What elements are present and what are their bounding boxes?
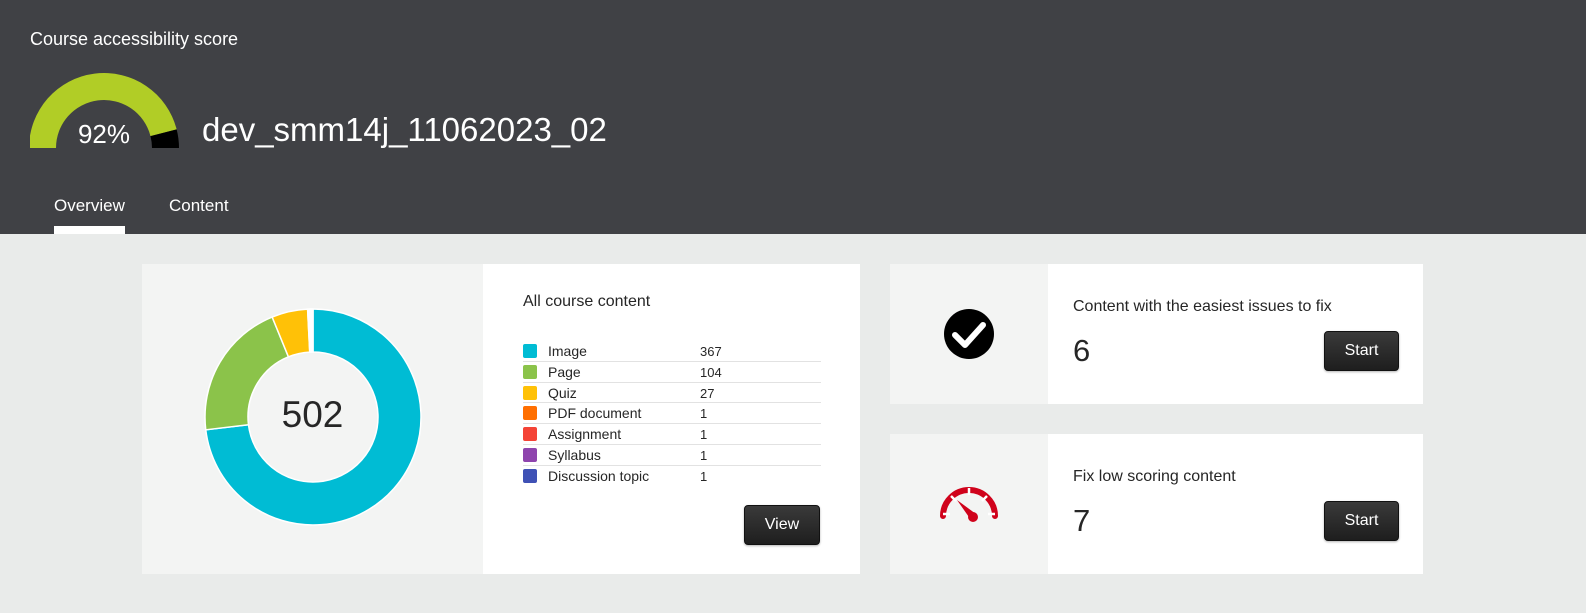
low-scoring-title: Fix low scoring content (1073, 468, 1236, 485)
legend-count: 104 (700, 364, 722, 380)
course-name: dev_smm14j_11062023_02 (202, 111, 607, 148)
low-scoring-count: 7 (1073, 503, 1091, 538)
legend-label: Image (548, 343, 587, 359)
icon-area (890, 264, 1048, 404)
score-gauge: 92% (30, 73, 180, 153)
legend-item: Image 367 (523, 341, 821, 362)
legend-label: Assignment (548, 426, 622, 443)
legend-label: PDF document (548, 405, 642, 422)
legend-label: Discussion topic (548, 467, 650, 484)
legend-label: Page (548, 363, 581, 380)
legend-count: 1 (700, 447, 708, 463)
legend-swatch (523, 447, 537, 462)
easiest-issues-card: Content with the easiest issues to fix 6… (890, 264, 1423, 404)
legend-label: Syllabus (548, 446, 601, 463)
legend-item: Syllabus 1 (523, 445, 821, 466)
speedometer-icon (940, 487, 998, 522)
legend-item: Assignment 1 (523, 424, 821, 445)
easiest-issues-title: Content with the easiest issues to fix (1073, 298, 1332, 315)
content-summary-title: All course content (523, 293, 651, 310)
start-easiest-button[interactable]: Start (1324, 331, 1399, 371)
tab-content[interactable]: Content (169, 196, 229, 216)
legend-swatch (523, 364, 537, 379)
score-percent: 92% (77, 119, 131, 149)
content-legend: Image 367 Page 104 Quiz 27 PDF document 1 As… (523, 341, 821, 487)
content-donut-chart: 502 (142, 264, 483, 574)
legend-count: 27 (700, 385, 715, 401)
legend-item: Quiz 27 (523, 383, 821, 404)
header: Course accessibility score 92% dev_smm14… (0, 0, 1586, 234)
legend-count: 367 (700, 344, 722, 359)
donut-slice (310, 308, 314, 353)
checkmark-circle-icon (944, 309, 994, 359)
content-total: 502 (281, 394, 344, 435)
legend-swatch (523, 344, 537, 358)
icon-area (890, 434, 1048, 574)
legend-item: Discussion topic 1 (523, 466, 821, 487)
header-title: Course accessibility score (30, 29, 239, 49)
tab-overview[interactable]: Overview (54, 196, 125, 234)
content-summary-card: 502 All course content Image 367 Page 104 … (142, 264, 860, 574)
legend-count: 1 (700, 406, 708, 422)
legend-label: Quiz (548, 384, 577, 401)
legend-swatch (523, 406, 537, 421)
view-button[interactable]: View (744, 505, 820, 545)
legend-count: 1 (700, 427, 708, 443)
legend-swatch (523, 427, 537, 442)
legend-item: PDF document 1 (523, 403, 821, 425)
legend-count: 1 (700, 468, 708, 484)
start-low-scoring-button[interactable]: Start (1324, 501, 1399, 541)
low-scoring-card: Fix low scoring content 7 Start (890, 434, 1423, 574)
easiest-issues-count: 6 (1073, 333, 1091, 368)
legend-swatch (523, 468, 537, 483)
legend-item: Page 104 (523, 362, 821, 383)
legend-swatch (523, 385, 537, 400)
